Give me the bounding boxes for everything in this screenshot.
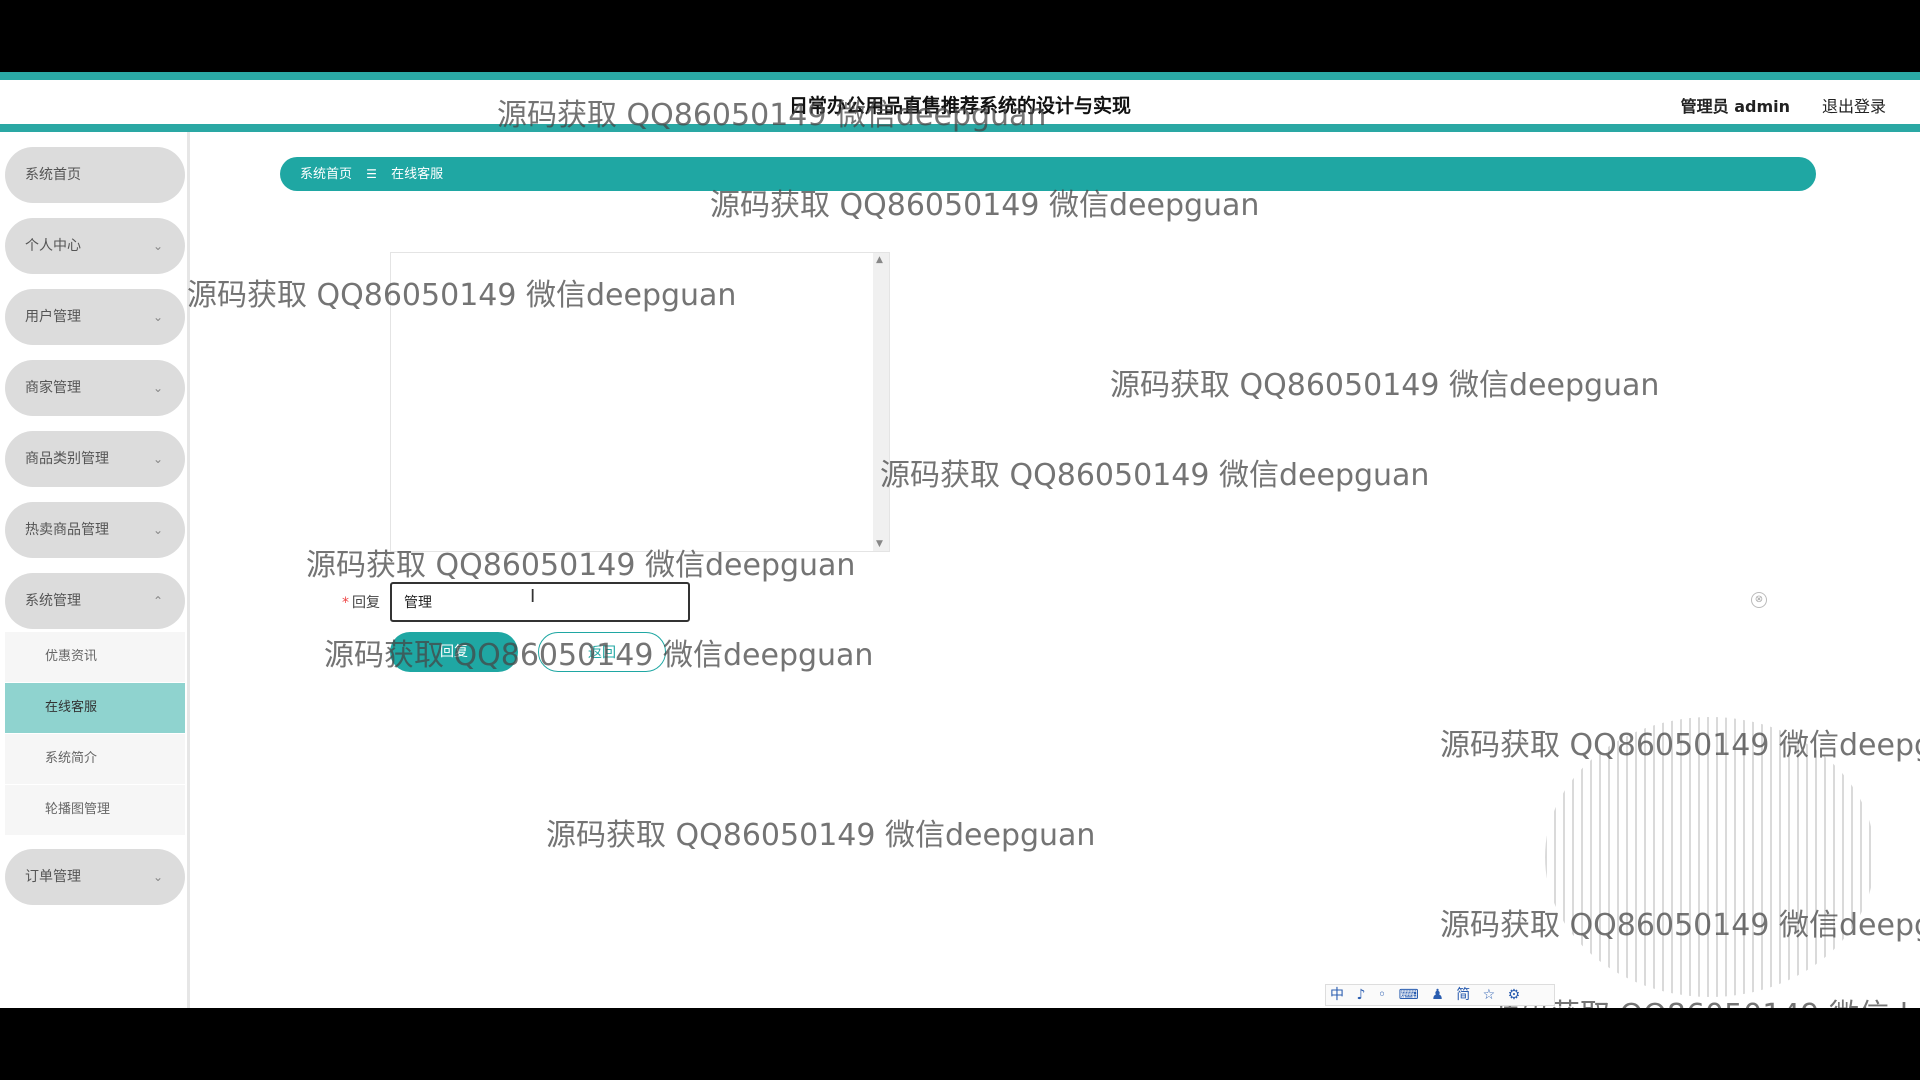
sidebar-item-user-management[interactable]: 用户管理 ⌄ (5, 289, 185, 345)
chevron-down-icon: ⌄ (152, 381, 163, 395)
sidebar-item-label: 用户管理 (25, 309, 81, 325)
chevron-down-icon: ⌄ (152, 310, 163, 324)
scroll-down-icon[interactable]: ▼ (876, 539, 883, 549)
watermark: 源码获取 QQ86050149 微信deepguan (1110, 368, 1660, 403)
clear-icon[interactable]: ⊗ (1751, 592, 1767, 608)
submenu-item-label: 在线客服 (45, 700, 98, 715)
watermark: 源码获取 QQ86050149 微信deepguan (1440, 908, 1920, 943)
watermark: 源码获取 QQ86050149 微信deepguan (546, 818, 1096, 853)
breadcrumb-current: 在线客服 (391, 167, 444, 182)
breadcrumb-separator-icon: ☰ (366, 167, 377, 181)
sidebar-item-order-management[interactable]: 订单管理 ⌄ (5, 849, 185, 905)
reply-label-text: 回复 (352, 595, 380, 611)
submenu-item-discount-news[interactable]: 优惠资讯 (5, 632, 185, 682)
sidebar-item-label: 系统管理 (25, 593, 81, 609)
text-cursor-icon: I (530, 586, 536, 607)
app-window: 日常办公用品直售推荐系统的设计与实现 管理员 admin 退出登录 系统首页 个… (0, 72, 1920, 1008)
sidebar-item-system-management[interactable]: 系统管理 ⌃ (5, 573, 185, 629)
reply-button[interactable]: 回复 (390, 632, 518, 672)
breadcrumb-home-link[interactable]: 系统首页 (300, 167, 352, 182)
sidebar-item-hot-products[interactable]: 热卖商品管理 ⌄ (5, 502, 185, 558)
watermark: 源码获取 QQ86050149 微信deepguan (1440, 728, 1920, 763)
scroll-up-icon[interactable]: ▲ (876, 255, 883, 265)
sidebar-item-home[interactable]: 系统首页 (5, 147, 185, 203)
sidebar-item-personal-center[interactable]: 个人中心 ⌄ (5, 218, 185, 274)
top-header: 日常办公用品直售推荐系统的设计与实现 管理员 admin 退出登录 (0, 72, 1920, 132)
chat-history-box[interactable]: ▲ ▼ (390, 252, 890, 552)
admin-user-label: 管理员 admin (1680, 97, 1790, 116)
sidebar: 系统首页 个人中心 ⌄ 用户管理 ⌄ 商家管理 ⌄ 商品类别管理 ⌄ 热卖商品管… (0, 132, 190, 1008)
submenu-item-label: 轮播图管理 (45, 802, 111, 817)
submenu-item-system-intro[interactable]: 系统简介 (5, 734, 185, 784)
ime-toolbar-text: 中 ♪ ◦ ⌨ ♟ 简 ☆ ⚙ (1330, 987, 1525, 1003)
chevron-down-icon: ⌄ (152, 870, 163, 884)
page-title: 日常办公用品直售推荐系统的设计与实现 (788, 95, 1131, 117)
sidebar-item-merchant-management[interactable]: 商家管理 ⌄ (5, 360, 185, 416)
required-mark: * (342, 595, 349, 611)
breadcrumb: 系统首页 ☰ 在线客服 (280, 157, 1816, 191)
chevron-up-icon: ⌃ (152, 594, 163, 608)
reply-field-label: * 回复 (300, 592, 380, 612)
sidebar-item-category-management[interactable]: 商品类别管理 ⌄ (5, 431, 185, 487)
reply-input[interactable] (390, 582, 690, 622)
back-button[interactable]: 返回 (538, 632, 666, 672)
sidebar-item-label: 个人中心 (25, 238, 81, 254)
submenu-item-label: 系统简介 (45, 751, 98, 766)
submenu-item-label: 优惠资讯 (45, 649, 98, 664)
ime-toolbar[interactable]: 中 ♪ ◦ ⌨ ♟ 简 ☆ ⚙ (1325, 984, 1555, 1006)
submenu-item-online-service[interactable]: 在线客服 (5, 683, 185, 733)
decorative-stripes (1545, 717, 1875, 997)
sidebar-item-label: 热卖商品管理 (25, 522, 109, 538)
logout-button[interactable]: 退出登录 (1822, 93, 1886, 117)
chat-history-scrollbar[interactable]: ▲ ▼ (873, 253, 889, 551)
sidebar-item-label: 商品类别管理 (25, 451, 109, 467)
watermark: 源码获取 QQ86050149 微信deepguan (880, 458, 1430, 493)
chevron-down-icon: ⌄ (152, 452, 163, 466)
sidebar-item-label: 订单管理 (25, 869, 81, 885)
chevron-down-icon: ⌄ (152, 523, 163, 537)
sidebar-item-label: 系统首页 (25, 167, 81, 183)
submenu-item-carousel-management[interactable]: 轮播图管理 (5, 785, 185, 835)
chevron-down-icon: ⌄ (152, 239, 163, 253)
sidebar-item-label: 商家管理 (25, 380, 81, 396)
